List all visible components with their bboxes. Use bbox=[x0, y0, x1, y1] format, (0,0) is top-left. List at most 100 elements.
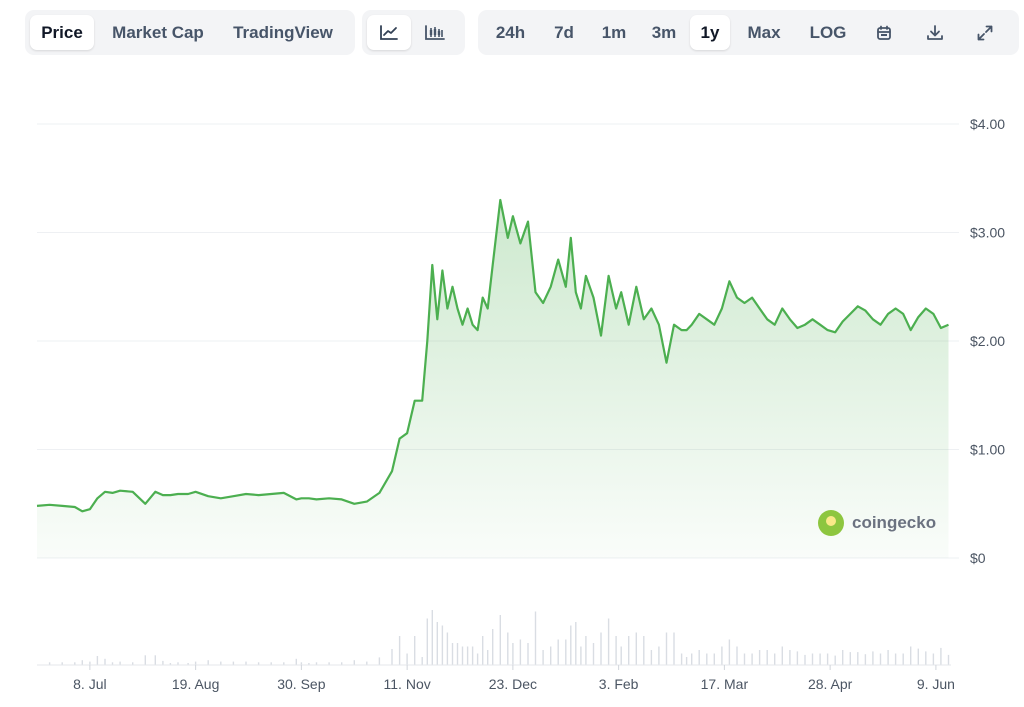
y-tick-label: $2.00 bbox=[970, 333, 1005, 349]
volume-bar bbox=[482, 636, 484, 665]
volume-bar bbox=[451, 643, 454, 665]
y-tick-label: $3.00 bbox=[970, 225, 1005, 241]
volume-bar bbox=[295, 658, 297, 665]
volume-bar bbox=[426, 618, 428, 665]
volume-bar bbox=[947, 654, 950, 665]
volume-bar bbox=[366, 661, 368, 665]
x-tick-label: 3. Feb bbox=[599, 676, 639, 692]
volume-bar bbox=[398, 636, 401, 665]
volume-bar bbox=[834, 655, 836, 665]
volume-bar bbox=[743, 653, 746, 665]
volume-bar bbox=[446, 632, 449, 665]
volume-bar bbox=[461, 646, 464, 665]
volume-bar bbox=[894, 653, 897, 665]
volume-bar bbox=[751, 653, 753, 665]
volume-bar bbox=[519, 639, 522, 665]
volume-bar bbox=[932, 653, 935, 665]
volume-bar bbox=[728, 639, 731, 665]
x-tick-label: 17. Mar bbox=[701, 676, 749, 692]
volume-bar bbox=[713, 653, 715, 665]
volume-bar bbox=[89, 661, 91, 665]
volume-bar bbox=[804, 654, 806, 665]
volume-bar bbox=[436, 622, 438, 665]
volume-bar bbox=[144, 655, 146, 665]
volume-bar bbox=[81, 660, 83, 665]
volume-bar bbox=[492, 629, 494, 665]
volume-bar bbox=[774, 653, 776, 665]
volume-bar bbox=[499, 615, 501, 665]
volume-bar bbox=[487, 650, 489, 665]
watermark-text: coingecko bbox=[852, 513, 937, 532]
volume-bar bbox=[887, 650, 889, 665]
coingecko-watermark: coingecko bbox=[818, 510, 936, 536]
volume-bar bbox=[476, 653, 479, 665]
volume-bar bbox=[849, 652, 851, 665]
volume-bar bbox=[162, 660, 164, 665]
volume-bar bbox=[550, 646, 552, 665]
volume-bar bbox=[194, 661, 197, 665]
volume-bar bbox=[635, 632, 637, 665]
volume-bar bbox=[207, 660, 209, 665]
volume-bar bbox=[119, 661, 121, 665]
volume-bar bbox=[391, 649, 393, 665]
volume-bar bbox=[534, 611, 537, 665]
volume-bar bbox=[378, 657, 381, 665]
volume-bar bbox=[902, 653, 904, 665]
volume-bar bbox=[466, 646, 469, 665]
volume-bar bbox=[232, 661, 235, 665]
volume-bar bbox=[607, 618, 610, 665]
volume-bar bbox=[691, 653, 693, 665]
x-tick-label: 11. Nov bbox=[384, 676, 431, 692]
volume-bar bbox=[781, 646, 783, 665]
volume-bar bbox=[580, 646, 582, 665]
volume-bar bbox=[507, 632, 509, 665]
volume-bar bbox=[842, 650, 844, 665]
volume-bar bbox=[789, 650, 791, 665]
volume-bar bbox=[796, 651, 799, 665]
volume-bar bbox=[872, 651, 874, 665]
volume-bar bbox=[154, 655, 156, 665]
volume-bar bbox=[665, 632, 668, 665]
volume-bar bbox=[826, 653, 829, 665]
x-tick-label: 30. Sep bbox=[277, 676, 325, 692]
volume-bar bbox=[600, 632, 602, 665]
x-tick-label: 28. Apr bbox=[808, 676, 853, 692]
volume-bar bbox=[471, 646, 474, 665]
y-tick-label: $1.00 bbox=[970, 442, 1005, 458]
volume-bar bbox=[864, 654, 867, 665]
volume-bar bbox=[673, 632, 675, 665]
volume-bar bbox=[575, 622, 577, 665]
volume-bar bbox=[570, 625, 572, 665]
volume-bar bbox=[925, 651, 927, 665]
volume-bar bbox=[431, 610, 433, 665]
volume-bar bbox=[857, 652, 859, 665]
x-tick-label: 8. Jul bbox=[73, 676, 106, 692]
volume-bar bbox=[565, 639, 567, 665]
volume-bar bbox=[680, 653, 683, 665]
volume-bar bbox=[406, 653, 408, 665]
price-chart[interactable]: $4.00 $3.00 $2.00 $1.00 $0 8. Jul 19. Aug 30. … bbox=[0, 0, 1024, 707]
volume-bar bbox=[592, 643, 595, 665]
volume-bar bbox=[421, 657, 423, 665]
price-area-fill bbox=[37, 200, 949, 558]
volume-bar bbox=[685, 657, 688, 665]
y-tick-label: $0 bbox=[970, 550, 986, 566]
volume-bar bbox=[811, 653, 814, 665]
volume-bar bbox=[542, 650, 544, 665]
volume-bar bbox=[220, 661, 222, 665]
volume-bar bbox=[615, 636, 617, 665]
volume-bar bbox=[917, 648, 919, 665]
volume-bar bbox=[353, 660, 355, 665]
volume-bar bbox=[658, 646, 660, 665]
volume-bar bbox=[819, 653, 821, 665]
volume-bar bbox=[910, 646, 912, 665]
volume-bar bbox=[414, 636, 416, 665]
volume-bar bbox=[441, 625, 444, 665]
volume-bar bbox=[643, 636, 645, 665]
volume-bar bbox=[96, 656, 99, 665]
volume-bar bbox=[585, 636, 587, 665]
volume-bar bbox=[557, 639, 559, 665]
volume-bar bbox=[721, 646, 723, 665]
volume-bar bbox=[512, 643, 514, 665]
volume-bar bbox=[736, 646, 738, 665]
